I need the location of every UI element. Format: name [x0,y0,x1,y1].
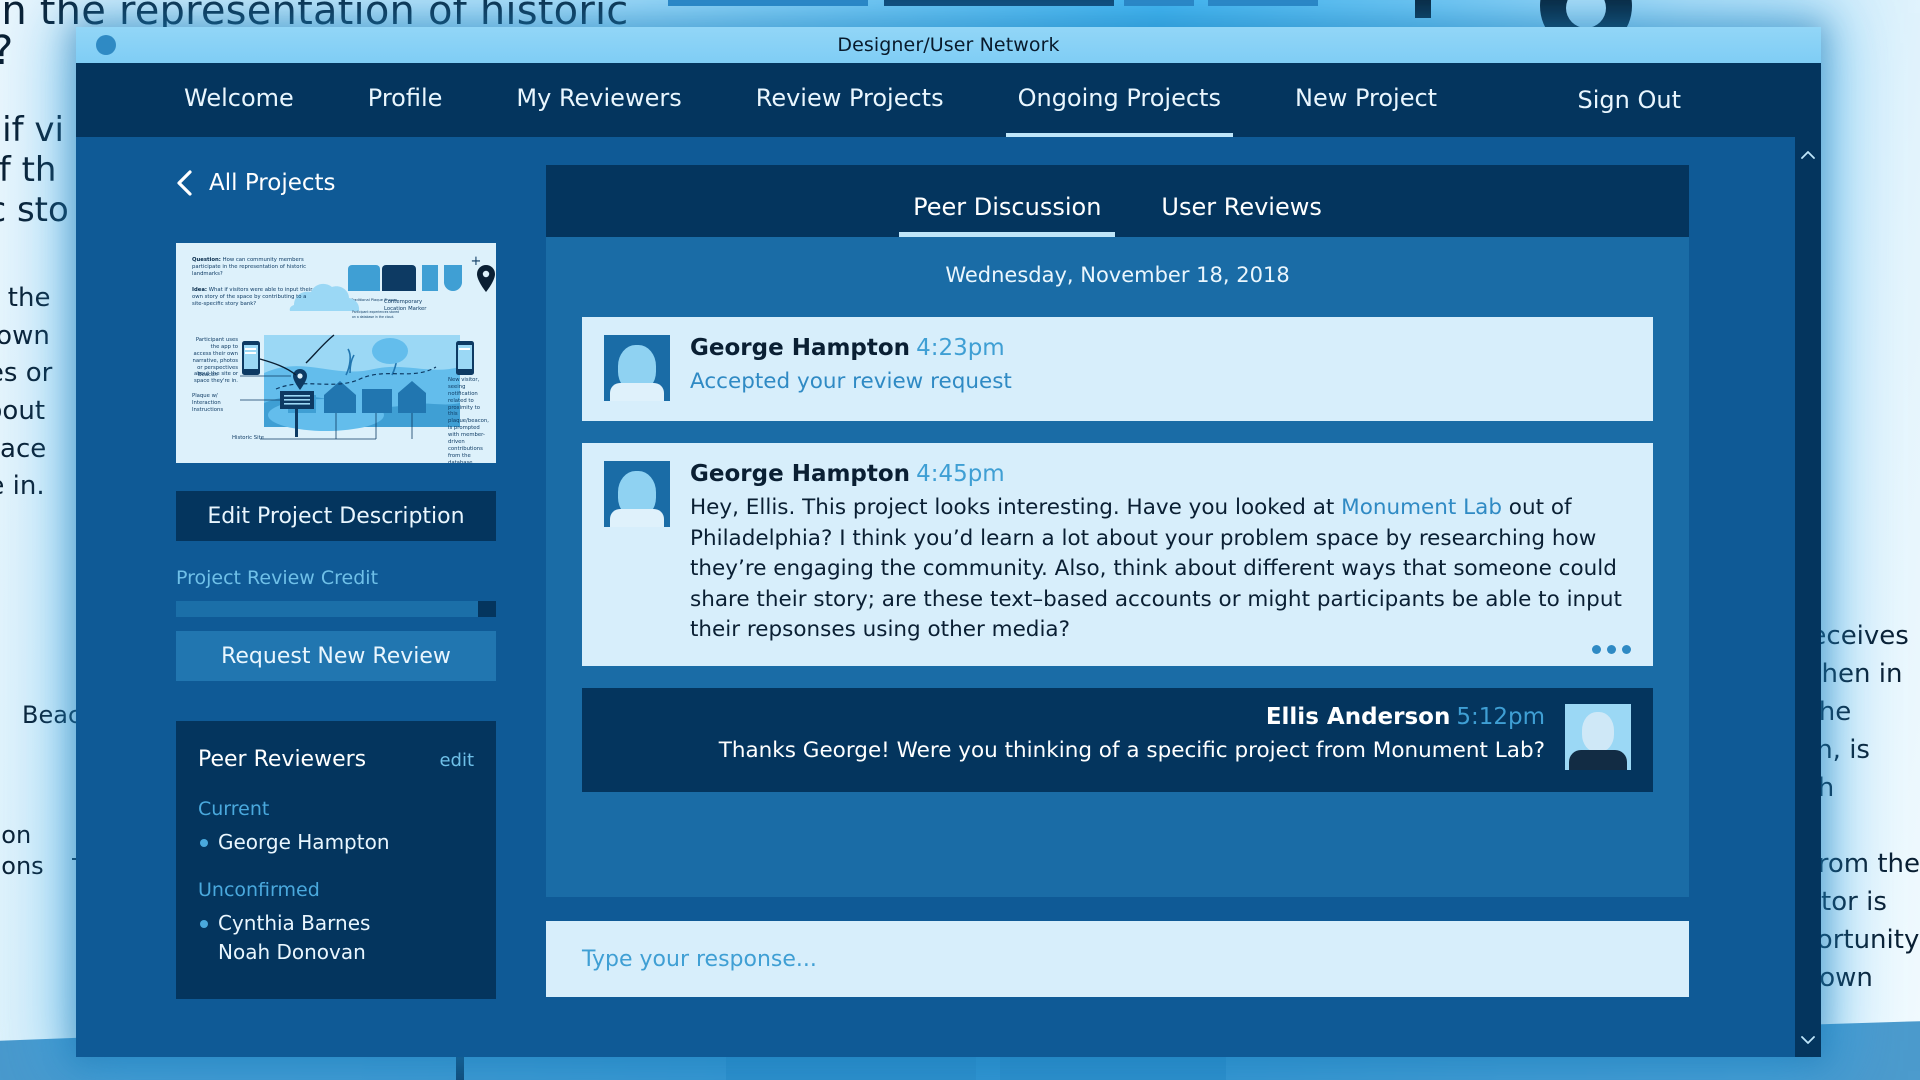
message-author: Ellis Anderson [1265,703,1451,730]
nav-item-profile[interactable]: Profile [368,68,443,132]
poster-bottom-bar-2 [726,1054,976,1080]
thumbnail-label-plaque: Plaque w/ Interaction Instructions [192,393,224,413]
reviewer-name-noah-donovan[interactable]: Noah Donovan [198,938,474,967]
message-content: George Hampton 4:23pm Accepted your revie… [690,335,1629,401]
thumbnail-label-site: Historic Site [232,435,264,441]
svg-text:+: + [471,254,482,269]
thumbnail-note-phone-right: New visitor, seeing notification related… [448,377,489,463]
app-window: Designer/User Network Welcome Profile My… [76,27,1821,1057]
message-body-pre: Hey, Ellis. This project looks interesti… [690,495,1342,520]
message-body: Accepted your review request [690,369,1012,394]
message-body: Thanks George! Were you thinking of a sp… [718,737,1545,763]
message-author: George Hampton [690,335,911,361]
message-item: Ellis Anderson 5:12pm Thanks George! Were… [582,687,1653,792]
tab-peer-discussion[interactable]: Peer Discussion [899,193,1116,237]
poster-shape-3 [1124,0,1194,6]
message-author: George Hampton [690,461,911,487]
message-time: 4:23pm [916,335,1005,361]
reviewer-group-label-current: Current [198,798,270,820]
back-label: All Projects [209,170,336,196]
reviewer-name-george-hampton[interactable]: George Hampton [198,828,474,857]
poster-body-left-secondary: es the ir own ries or about space ’re in… [0,283,53,502]
typing-indicator [1592,644,1631,654]
message-header: Ellis Anderson 5:12pm [606,704,1545,730]
nav-item-review-projects[interactable]: Review Projects [756,68,944,132]
message-time: 5:12pm [1456,703,1545,730]
nav-item-new-project[interactable]: New Project [1295,68,1437,132]
edit-project-description-button[interactable]: Edit Project Description [176,491,496,541]
monument-lab-link[interactable]: Monument Lab [1341,495,1502,520]
project-review-credit-bar [176,601,496,617]
window-title-bar: Designer/User Network [76,27,1821,63]
project-review-credit-label: Project Review Credit [176,567,379,589]
reviewer-name-cynthia-barnes[interactable]: Cynthia Barnes [198,909,474,938]
poster-body-left: t if vi of th ic sto [0,110,69,231]
scroll-down-button[interactable] [1795,1027,1821,1053]
poster-shape-1 [668,0,868,6]
peer-reviewers-header: Peer Reviewers edit [198,747,474,772]
peer-reviewers-edit-link[interactable]: edit [439,750,474,771]
back-to-all-projects[interactable]: All Projects [176,169,496,197]
thread-date: Wednesday, November 18, 2018 [945,263,1290,287]
main-navigation: Welcome Profile My Reviewers Review Proj… [76,63,1821,138]
peer-reviewers-panel: Peer Reviewers edit Current George Hampt… [176,721,496,999]
sign-out-button[interactable]: Sign Out [1578,86,1682,114]
poster-shape-2 [884,0,1114,6]
nav-item-welcome[interactable]: Welcome [184,68,294,132]
request-new-review-button[interactable]: Request New Review [176,631,496,681]
message-thread: Wednesday, November 18, 2018 George Hamp… [546,237,1689,897]
chevron-down-icon [1801,1035,1815,1044]
project-review-credit-fill [478,601,496,617]
poster-plus-icon [1415,0,1431,18]
project-thumbnail[interactable]: Traditional Plaque Shapes + Participant … [176,243,496,463]
thumbnail-caption-marker: Contemporary Location Marker [384,299,427,312]
scroll-up-button[interactable] [1795,141,1821,167]
window-title: Designer/User Network [837,34,1060,56]
message-header: George Hampton 4:23pm [690,335,1629,361]
chevron-left-icon [177,170,192,196]
message-item: George Hampton 4:45pm Hey, Ellis. This pr… [582,443,1653,666]
app-content: All Projects Traditional Plaque Shapes + [76,137,1821,1057]
message-header: George Hampton 4:45pm [690,461,1629,487]
discussion-tabs: Peer Discussion User Reviews [546,165,1689,237]
reply-input[interactable]: Type your response... [546,921,1689,997]
peer-reviewers-title: Peer Reviewers [198,747,367,772]
project-sidebar: All Projects Traditional Plaque Shapes + [76,137,496,1057]
poster-footer-left: ction ctions [0,821,44,880]
message-content: George Hampton 4:45pm Hey, Ellis. This pr… [690,461,1629,646]
thumbnail-label-beacon: Beacon [198,372,218,378]
tab-user-reviews[interactable]: User Reviews [1161,193,1321,237]
george-avatar[interactable] [604,335,670,401]
chevron-up-icon [1801,150,1815,159]
window-dot-icon[interactable] [96,35,116,55]
poster-bottom-bar-3 [1000,1054,1226,1080]
vertical-scrollbar[interactable] [1795,137,1821,1057]
message-content: Ellis Anderson 5:12pm Thanks George! Were… [606,704,1545,770]
poster-heading-line2: ? [0,26,13,77]
message-body: Hey, Ellis. This project looks interesti… [690,493,1629,646]
thumbnail-question: Question: How can community members part… [192,257,307,277]
nav-item-ongoing-projects[interactable]: Ongoing Projects [1005,68,1234,138]
svg-text:on a database in the cloud.: on a database in the cloud. [352,315,394,319]
ellis-avatar[interactable] [1565,703,1631,770]
poster-shape-4 [1208,0,1318,6]
reply-placeholder: Type your response... [582,946,817,972]
nav-item-my-reviewers[interactable]: My Reviewers [516,68,681,132]
reviewer-group-label-unconfirmed: Unconfirmed [198,879,320,901]
thumbnail-idea: Idea: What if visitors were able to inpu… [192,287,313,307]
george-avatar[interactable] [604,461,670,527]
discussion-panel: Peer Discussion User Reviews Wednesday, … [496,137,1821,1057]
reviewer-group-spacer [198,857,474,879]
message-item: George Hampton 4:23pm Accepted your revie… [582,317,1653,421]
message-time: 4:45pm [916,461,1005,487]
